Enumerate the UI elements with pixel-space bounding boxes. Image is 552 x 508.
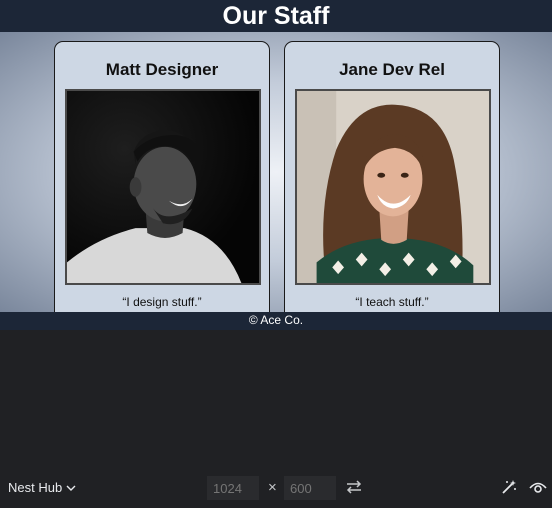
page-viewport: Our Staff Matt Designer “I design stuff.… [0,0,552,330]
width-input[interactable] [207,476,259,500]
staff-photo [295,89,491,285]
height-input[interactable] [284,476,336,500]
page-footer: © Ace Co. [0,312,552,330]
staff-card: Matt Designer “I design stuff.” [54,41,270,312]
staff-section: Matt Designer “I design stuff.” Jane Dev… [0,32,552,312]
times-icon: × [268,479,277,496]
device-select[interactable]: Nest Hub [8,480,76,495]
device-name: Nest Hub [8,480,63,495]
staff-quote: “I teach stuff.” [355,295,429,309]
staff-photo [65,89,261,285]
staff-name: Matt Designer [105,60,219,79]
portrait-photo-icon [297,91,489,283]
magic-wand-icon[interactable] [501,479,517,495]
device-toolbar: Nest Hub × [0,470,552,508]
eye-icon[interactable] [529,479,547,495]
portrait-photo-icon [67,91,259,283]
staff-card: Jane Dev Rel “I teach stuff.” [284,41,500,312]
staff-quote: “I design stuff.” [122,295,202,309]
staff-name: Jane Dev Rel [339,60,445,79]
rotate-icon[interactable] [345,478,363,496]
page-title: Our Staff [0,0,552,32]
chevron-down-icon [66,485,76,491]
